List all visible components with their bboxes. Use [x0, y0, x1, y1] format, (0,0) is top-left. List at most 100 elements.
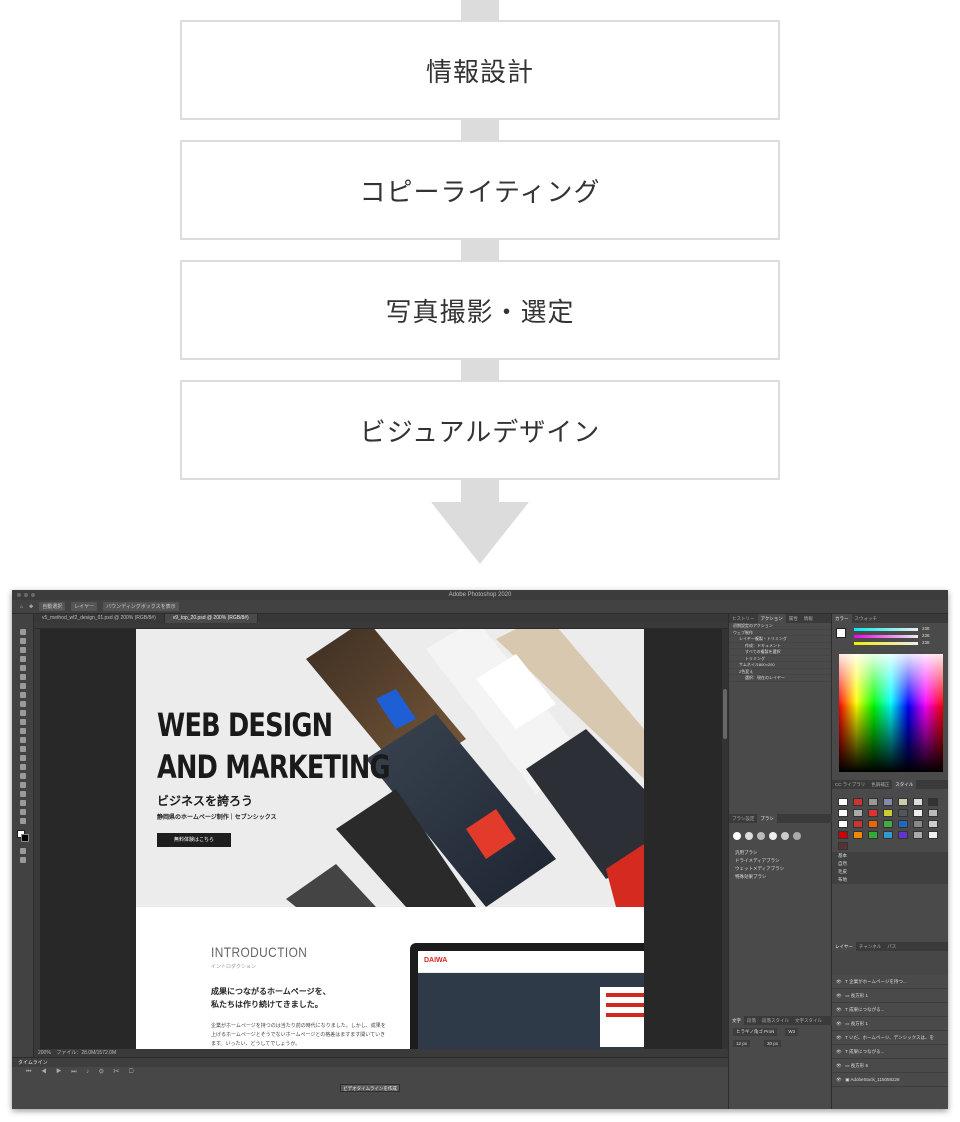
style-folder[interactable]: 自然: [832, 860, 948, 868]
quick-mask-icon[interactable]: [19, 848, 26, 854]
font-weight-select[interactable]: W3: [785, 1028, 799, 1036]
layer-select[interactable]: レイヤー: [71, 602, 98, 611]
layer-row[interactable]: 👁 T 成果につながる...: [832, 1045, 948, 1059]
canvas-area[interactable]: WEB DESIGN AND MARKETING ビジネスを誇ろう 静岡県のホー…: [40, 629, 722, 1049]
stamp-tool-icon[interactable]: [19, 710, 26, 716]
lasso-tool-icon[interactable]: [19, 647, 26, 653]
style-folder[interactable]: 基本: [832, 852, 948, 860]
frame-tool-icon[interactable]: [19, 674, 26, 680]
status-bar: 200% ファイル：28.0M/1572.0M: [34, 1049, 728, 1057]
dodge-tool-icon[interactable]: [19, 755, 26, 761]
create-video-timeline-button[interactable]: ビデオタイムラインを作成: [340, 1084, 400, 1092]
tab-brush-settings[interactable]: ブラシ設定: [729, 814, 757, 823]
tab-character[interactable]: 文字: [729, 1016, 744, 1025]
pen-tool-icon[interactable]: [19, 764, 26, 770]
type-tool-icon[interactable]: [19, 773, 26, 779]
leading-field[interactable]: 30 px: [764, 1040, 782, 1047]
hand-tool-icon[interactable]: [19, 800, 26, 806]
style-folder[interactable]: 布地: [832, 876, 948, 884]
marquee-tool-icon[interactable]: [19, 638, 26, 644]
tab-swatches[interactable]: スウォッチ: [852, 614, 881, 623]
layer-row[interactable]: 👁 T 企業がホームページを持つ...: [832, 975, 948, 989]
eraser-tool-icon[interactable]: [19, 728, 26, 734]
bounding-box-checkbox[interactable]: バウンディングボックスを表示: [103, 602, 179, 611]
tab-paragraph-style[interactable]: 段落スタイル: [759, 1016, 792, 1025]
flow-step-label: ビジュアルデザイン: [359, 417, 601, 448]
laptop-mockup: DAIWA: [410, 943, 644, 1049]
layer-row[interactable]: 👁 ▭ 長方形 1: [832, 989, 948, 1003]
brush-group[interactable]: 特殊効果ブラシ: [729, 873, 832, 881]
color-swatch-icon[interactable]: [16, 830, 29, 842]
flow-step-copywriting: コピーライティング: [180, 140, 780, 240]
blue-value[interactable]: 238: [922, 639, 930, 646]
tab-paragraph[interactable]: 段落: [744, 1016, 759, 1025]
move-tool-icon[interactable]: [19, 629, 26, 635]
timeline-tab[interactable]: タイムライン: [12, 1058, 728, 1067]
style-folder[interactable]: 毛皮: [832, 868, 948, 876]
tab-history[interactable]: ヒストリー: [729, 614, 758, 623]
brush-presets[interactable]: [729, 823, 832, 849]
more-tools-icon[interactable]: [19, 818, 26, 824]
red-value[interactable]: 238: [922, 625, 930, 632]
color-spectrum[interactable]: [839, 654, 943, 772]
tab-channels[interactable]: チャンネル: [856, 942, 884, 951]
window-controls[interactable]: [17, 593, 35, 597]
blue-slider[interactable]: [854, 642, 918, 645]
foreground-color-swatch[interactable]: [836, 628, 846, 638]
font-family-select[interactable]: ヒラギノ角ゴ ProN: [733, 1028, 778, 1036]
document-canvas[interactable]: WEB DESIGN AND MARKETING ビジネスを誇ろう 静岡県のホー…: [136, 629, 644, 1049]
laptop-side-card: [600, 987, 644, 1047]
layer-row[interactable]: 👁 ▣ AdobeStock_115058226: [832, 1073, 948, 1087]
intro-title: INTRODUCTION: [211, 944, 308, 960]
flow-step-visual-design: ビジュアルデザイン: [180, 380, 780, 480]
tab-info[interactable]: 情報: [801, 614, 816, 623]
gradient-tool-icon[interactable]: [19, 737, 26, 743]
layer-row[interactable]: 👁 ▭ 長方形 1: [832, 1017, 948, 1031]
file-size: ファイル：28.0M/1572.0M: [56, 1050, 117, 1056]
crop-tool-icon[interactable]: [19, 665, 26, 671]
tab-properties[interactable]: 属性: [786, 614, 801, 623]
move-tool-icon[interactable]: ✥: [29, 604, 33, 610]
screen-mode-icon[interactable]: [19, 857, 26, 863]
blur-tool-icon[interactable]: [19, 746, 26, 752]
hero-tagline: 静岡県のホームページ制作｜セブンシックス: [157, 815, 277, 821]
layer-filter-bar[interactable]: [832, 951, 948, 975]
tab-cc-libraries[interactable]: CC ライブラリ: [832, 780, 868, 789]
green-slider[interactable]: [854, 635, 918, 638]
tab-document-2[interactable]: v9_top_20.psd @ 200% (RGB/8#): [164, 614, 258, 623]
zoom-level[interactable]: 200%: [38, 1050, 51, 1056]
tab-actions[interactable]: アクション: [757, 614, 786, 623]
healing-brush-tool-icon[interactable]: [19, 692, 26, 698]
tab-paths[interactable]: パス: [884, 942, 899, 951]
flow-connector: [461, 238, 499, 262]
layer-row[interactable]: 👁 T いだ、ホームページ、デンシックスは、を: [832, 1031, 948, 1045]
zoom-tool-icon[interactable]: [19, 809, 26, 815]
timeline-playback-controls[interactable]: ⏮ ◀ ▶ ⏭ ♪ ⚙ ✂ ▢: [12, 1067, 728, 1078]
eyedropper-tool-icon[interactable]: [19, 683, 26, 689]
history-brush-tool-icon[interactable]: [19, 719, 26, 725]
font-size-field[interactable]: 12 px: [733, 1040, 751, 1047]
brush-tool-icon[interactable]: [19, 701, 26, 707]
path-select-tool-icon[interactable]: [19, 782, 26, 788]
tab-document-1[interactable]: v5_method_wf2_design_01.psd @ 200% (RGB/…: [34, 614, 165, 623]
layer-row[interactable]: 👁 ▭ 長方形 6: [832, 1059, 948, 1073]
auto-select-checkbox[interactable]: 自動選択: [39, 602, 66, 611]
home-icon[interactable]: ⌂: [20, 604, 23, 610]
brush-group[interactable]: ドライメディアブラシ: [729, 857, 832, 865]
tab-layers[interactable]: レイヤー: [832, 942, 856, 951]
tab-styles[interactable]: スタイル: [892, 780, 917, 789]
free-trial-button: 無料体験はこちら: [157, 833, 231, 847]
brush-group[interactable]: ウェットメディアブラシ: [729, 865, 832, 873]
green-value[interactable]: 238: [922, 632, 930, 639]
layer-row[interactable]: 👁 T 成果につながる...: [832, 1003, 948, 1017]
shape-tool-icon[interactable]: [19, 791, 26, 797]
brush-group[interactable]: 汎用ブラシ: [729, 849, 832, 857]
action-row[interactable]: 選択：現在のレイヤー: [729, 675, 831, 682]
tab-adjustments[interactable]: 色調補正: [868, 780, 892, 789]
style-swatches[interactable]: [838, 798, 944, 850]
tab-character-style[interactable]: 文字スタイル: [792, 1016, 825, 1025]
magic-wand-tool-icon[interactable]: [19, 656, 26, 662]
tab-brush[interactable]: ブラシ: [757, 814, 777, 823]
red-slider[interactable]: [854, 628, 918, 631]
tab-color[interactable]: カラー: [832, 614, 852, 623]
